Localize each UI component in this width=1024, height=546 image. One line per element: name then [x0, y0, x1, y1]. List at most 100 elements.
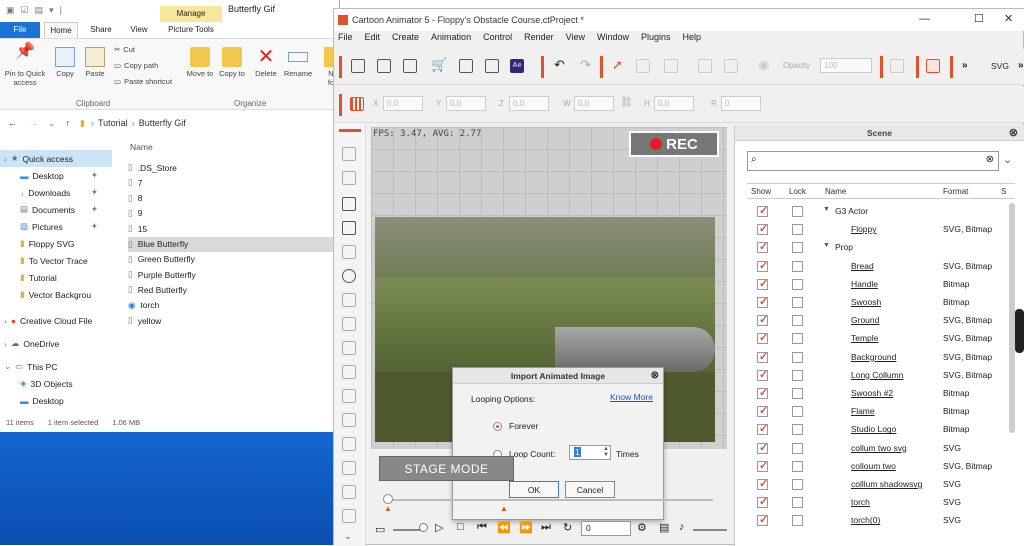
- lock-checkbox[interactable]: [792, 406, 803, 418]
- nav-to-vector-trace[interactable]: ▮ To Vector Trace: [0, 252, 112, 269]
- tab-manage[interactable]: Manage: [160, 6, 222, 22]
- nav-this-pc-desktop[interactable]: ▬ Desktop: [0, 392, 112, 409]
- grid-icon[interactable]: [350, 97, 364, 111]
- breadcrumb-tutorial[interactable]: Tutorial: [98, 118, 128, 128]
- scene-item-name[interactable]: torch: [851, 497, 870, 507]
- lock-checkbox[interactable]: [792, 369, 803, 381]
- show-checkbox[interactable]: [757, 513, 768, 527]
- scene-row[interactable]: collum two svg SVG: [747, 440, 1015, 458]
- nav-desktop[interactable]: ▬ Desktop ✦: [0, 167, 112, 184]
- pose-tool-icon[interactable]: [342, 437, 356, 451]
- loop-count-input[interactable]: 1 ▲ ▼: [569, 445, 611, 460]
- lock-checkbox[interactable]: [792, 333, 803, 345]
- range-start-marker-icon[interactable]: ▲: [384, 504, 392, 513]
- scene-item-name[interactable]: G3 Actor: [835, 206, 868, 216]
- tab-file[interactable]: File: [0, 22, 40, 38]
- speed-slider-handle[interactable]: [419, 523, 428, 532]
- file-item[interactable]: ▯ .DS_Store: [128, 160, 338, 175]
- forever-radio[interactable]: [493, 422, 502, 431]
- back-arrow-icon[interactable]: ←: [8, 118, 17, 128]
- lock-checkbox[interactable]: [792, 260, 803, 272]
- show-checkbox[interactable]: [757, 277, 768, 290]
- link-chain-icon[interactable]: ⛓: [620, 97, 633, 108]
- clone-icon[interactable]: [636, 59, 650, 73]
- range-end-marker-icon[interactable]: ▲: [500, 504, 508, 513]
- move-to-button[interactable]: Move to: [186, 47, 214, 78]
- expand-arrow-icon[interactable]: ▼: [823, 242, 830, 249]
- align-icon[interactable]: [890, 59, 904, 73]
- timer-tool-icon[interactable]: [342, 269, 356, 283]
- recent-dropdown-icon[interactable]: ⌄: [48, 118, 56, 129]
- scene-search-input[interactable]: ⌕ ⊗: [747, 151, 999, 171]
- file-item[interactable]: ◉ torch: [128, 298, 338, 313]
- scene-item-name[interactable]: Long Collumn: [851, 370, 903, 380]
- play-icon[interactable]: ▷: [435, 521, 443, 534]
- actor-tool-icon[interactable]: [342, 147, 356, 161]
- nav-vector-backgrou[interactable]: ▮ Vector Backgrou: [0, 286, 112, 303]
- nav-tutorial[interactable]: ▮ Tutorial: [0, 269, 112, 286]
- scene-row[interactable]: Swoosh #2 Bitmap: [747, 385, 1015, 403]
- save-icon[interactable]: [403, 59, 417, 73]
- walk-tool-icon[interactable]: [342, 461, 356, 475]
- lock-checkbox[interactable]: [792, 206, 803, 217]
- scene-row[interactable]: Long Collumn SVG, Bitmap: [747, 367, 1015, 385]
- nav-downloads[interactable]: ↓ Downloads ✦: [0, 184, 112, 201]
- name-column-header[interactable]: Name: [130, 142, 153, 152]
- export-icon[interactable]: [485, 59, 499, 73]
- file-item[interactable]: ▯ Purple Butterfly: [128, 267, 338, 282]
- column-s[interactable]: S: [1001, 187, 1006, 196]
- lock-checkbox[interactable]: [792, 388, 803, 399]
- scene-item-name[interactable]: colloum two: [851, 461, 896, 471]
- volume-slider[interactable]: [693, 529, 727, 531]
- layer-tool-icon[interactable]: [342, 293, 356, 307]
- svg-label[interactable]: SVG: [991, 61, 1009, 71]
- redo-icon[interactable]: ↷: [580, 58, 594, 73]
- rename-button[interactable]: Rename: [282, 47, 314, 78]
- h-input[interactable]: 0.0: [654, 96, 694, 111]
- loop-icon[interactable]: ↻: [563, 521, 572, 534]
- expand-down-icon[interactable]: ⌄: [344, 531, 352, 542]
- grid-tool-icon[interactable]: [342, 317, 356, 331]
- scene-row[interactable]: Temple SVG, Bitmap: [747, 330, 1015, 348]
- menu-control[interactable]: Control: [483, 32, 512, 48]
- show-checkbox[interactable]: [757, 368, 768, 381]
- filter-dropdown-icon[interactable]: ⌄: [1003, 153, 1012, 166]
- expand-arrow-icon[interactable]: ▼: [823, 206, 830, 213]
- paste-button[interactable]: Paste: [82, 47, 108, 78]
- scene-row[interactable]: Floppy SVG, Bitmap: [747, 221, 1015, 239]
- z-input[interactable]: 0.0: [509, 96, 549, 111]
- tab-home[interactable]: Home: [44, 22, 78, 38]
- lock-checkbox[interactable]: [792, 297, 803, 308]
- copy-path-button[interactable]: ▭ Copy path: [114, 61, 158, 70]
- r-input[interactable]: 0: [721, 96, 761, 111]
- new-icon[interactable]: [351, 59, 365, 73]
- show-checkbox[interactable]: [757, 204, 768, 217]
- scene-row[interactable]: Background SVG, Bitmap: [747, 349, 1015, 367]
- visibility-icon[interactable]: ◉: [758, 58, 772, 73]
- hand-tool-icon[interactable]: [342, 389, 356, 403]
- scene-item-name[interactable]: Temple: [851, 333, 878, 343]
- menu-create[interactable]: Create: [392, 32, 419, 48]
- scene-item-name[interactable]: colllum shadowsvg: [851, 479, 922, 489]
- scene-item-name[interactable]: collum two svg: [851, 443, 907, 453]
- nav-quick-access[interactable]: › ★ Quick access: [0, 150, 112, 167]
- scene-item-name[interactable]: Swoosh: [851, 297, 881, 307]
- show-checkbox[interactable]: [757, 477, 768, 490]
- stop-icon[interactable]: □: [457, 521, 464, 533]
- scene-row[interactable]: torch SVG: [747, 494, 1015, 512]
- lock-checkbox[interactable]: [792, 497, 803, 509]
- mask-icon[interactable]: [926, 59, 940, 73]
- menu-render[interactable]: Render: [524, 32, 554, 48]
- dropdown-icon[interactable]: ▾: [49, 5, 54, 16]
- prev-key-icon[interactable]: ⏪: [497, 521, 511, 534]
- side-handle[interactable]: [1015, 309, 1024, 353]
- nav-this-pc[interactable]: ⌄ ▭ This PC: [0, 358, 112, 375]
- up-arrow-icon[interactable]: ↑: [66, 118, 71, 128]
- panel-close-icon[interactable]: ⊗: [1009, 126, 1018, 139]
- file-item[interactable]: ▯ 8: [128, 191, 338, 206]
- file-item[interactable]: ▯ 15: [128, 221, 338, 236]
- scene-item-name[interactable]: Ground: [851, 315, 879, 325]
- column-name[interactable]: Name: [825, 187, 846, 196]
- scene-row[interactable]: ▼ G3 Actor: [747, 203, 1015, 221]
- scene-item-name[interactable]: Prop: [835, 242, 853, 252]
